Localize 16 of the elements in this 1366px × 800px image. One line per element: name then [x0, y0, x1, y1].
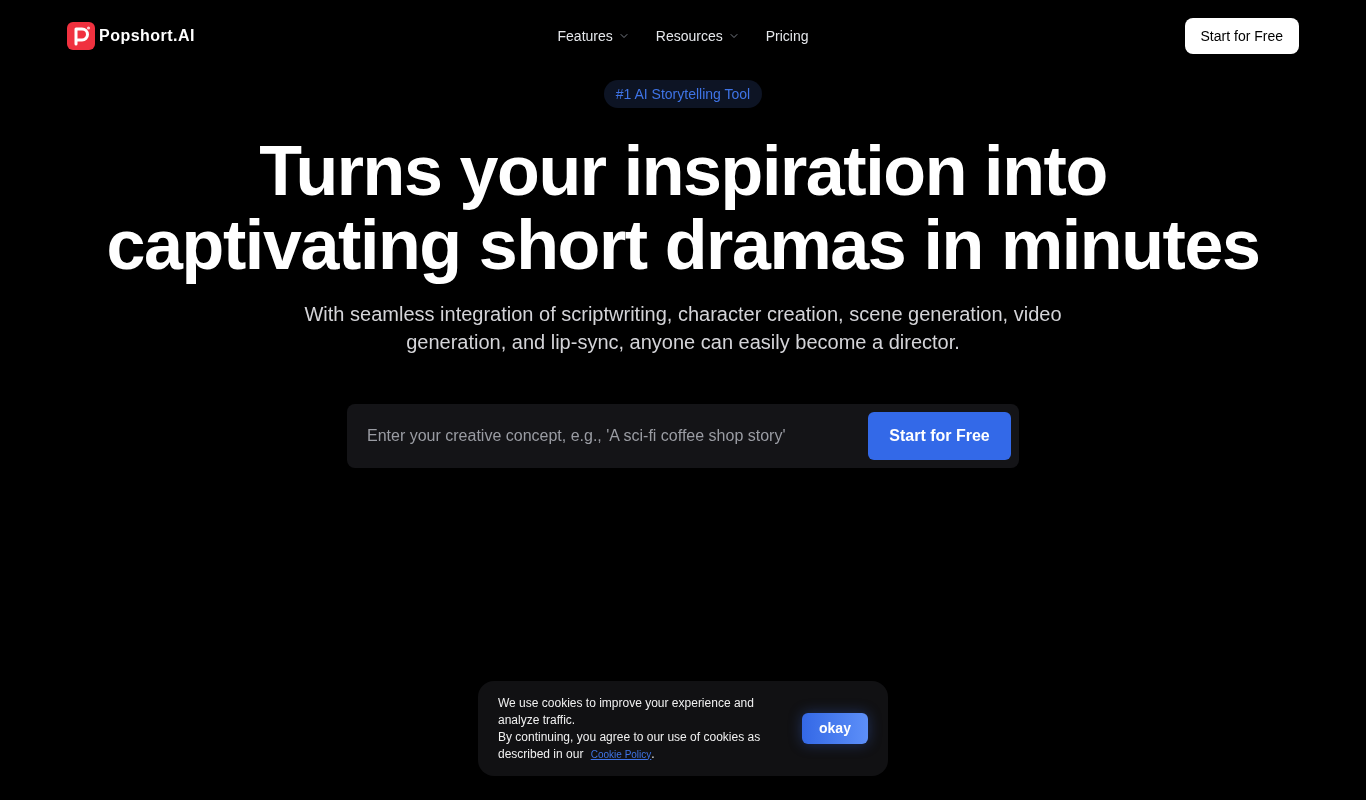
- okay-button[interactable]: okay: [802, 713, 868, 744]
- prompt-bar[interactable]: Enter your creative concept, e.g., 'A sci-fi coffee shop story' Start for Free: [347, 404, 1019, 468]
- cookie-policy-link[interactable]: Cookie Policy: [590, 748, 652, 760]
- nav-link[interactable]: Pricing: [765, 25, 809, 47]
- prompt-input[interactable]: Enter your creative concept, e.g., 'A sci-fi coffee shop story': [367, 416, 856, 456]
- nav-link[interactable]: Features: [557, 25, 630, 47]
- brand-name[interactable]: Popshort.AI: [99, 24, 195, 48]
- cookie-notice-text: We use cookies to improve your experience and analyze traffic.: [498, 694, 755, 729]
- hero-subtitle: With seamless integration of scriptwriting, character creation, scene generation, video generation, and lip-sync, anyone can easily become a director.: [303, 302, 1063, 355]
- cookie-notice-text: By continuing, you agree to our use of cookies as described in our Cookie Policy.: [498, 728, 762, 763]
- logo-icon: [67, 22, 95, 50]
- start-free-button[interactable]: Start for Free: [1184, 18, 1299, 54]
- start-free-button[interactable]: Start for Free: [868, 412, 1011, 460]
- nav-link[interactable]: Resources: [655, 25, 740, 47]
- tagline-badge: #1 AI Storytelling Tool: [603, 80, 763, 108]
- hero-heading: Turns your inspiration into: [259, 134, 1107, 208]
